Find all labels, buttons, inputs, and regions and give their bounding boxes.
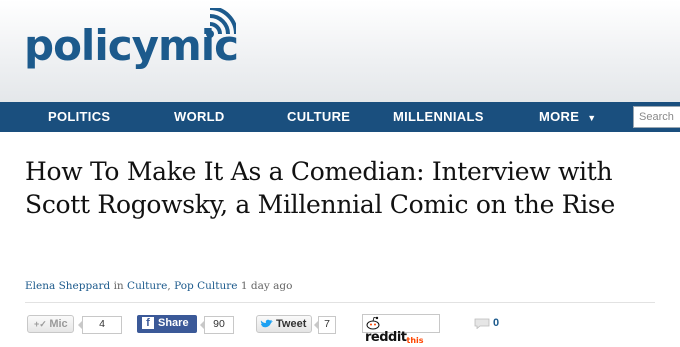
search-input[interactable]: Search [633,106,680,128]
mic-symbol-icon: ✓ [39,319,50,329]
nav-item-politics[interactable]: POLITICS [48,102,110,132]
nav-item-world[interactable]: WORLD [174,102,225,132]
nav-item-more[interactable]: MORE ▼ [539,102,596,132]
author-link[interactable]: Elena Sheppard [25,280,110,292]
reddit-alien-icon [366,316,380,330]
comment-count[interactable]: 0 [474,317,499,329]
main-nav: POLITICS WORLD CULTURE MILLENNIALS MORE ▼ [0,102,680,132]
twitter-bird-icon [260,319,273,328]
reddit-this-label: this [406,336,424,345]
category-link-pop-culture[interactable]: Pop Culture [174,280,237,292]
comment-count-value: 0 [493,317,500,329]
article-title: How To Make It As a Comedian: Interview … [25,157,615,219]
category-link-culture[interactable]: Culture [127,280,167,292]
site-header: policymic [0,0,680,102]
reddit-label: reddit [365,330,407,345]
comment-bubble-icon [474,318,490,329]
post-time: 1 day ago [240,280,293,292]
facebook-icon: f [142,317,154,329]
fb-share-label: Share [158,317,189,329]
mic-count: 4 [78,316,122,334]
nav-item-millennials[interactable]: MILLENNIALS [393,102,484,132]
nav-more-label: MORE [539,109,580,124]
category-separator: , [167,280,171,292]
tweet-button[interactable]: Tweet [256,315,312,333]
article-byline: Elena Sheppard in Culture, Pop Culture 1… [25,280,292,292]
byline-in: in [113,280,124,292]
mic-label: Mic [49,318,68,330]
nav-item-culture[interactable]: CULTURE [287,102,350,132]
mic-button[interactable]: +✓ Mic [27,315,74,333]
tweet-label: Tweet [276,318,307,330]
facebook-share-button[interactable]: f Share [137,315,197,333]
reddit-button[interactable]: redditthis [362,314,440,345]
signal-waves-icon [206,8,236,38]
facebook-share-count: 90 [200,316,234,334]
tweet-count: 7 [314,316,336,334]
chevron-down-icon: ▼ [587,112,597,123]
divider [25,302,655,303]
